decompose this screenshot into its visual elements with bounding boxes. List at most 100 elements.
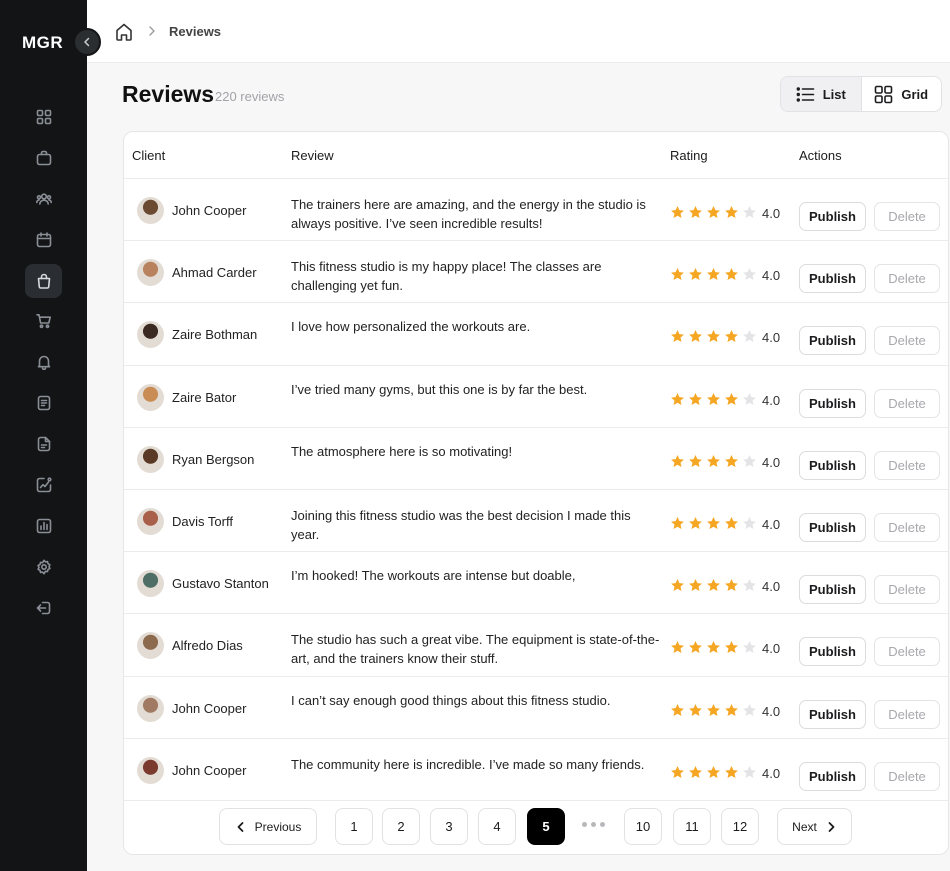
star-rating xyxy=(670,516,757,531)
star-empty-icon xyxy=(743,268,756,281)
page-button-4[interactable]: 4 xyxy=(478,808,516,845)
grid-view-button[interactable]: Grid xyxy=(862,77,942,111)
star-filled-icon xyxy=(707,579,720,592)
sidebar-item-briefcase[interactable] xyxy=(25,141,62,175)
client-name: Gustavo Stanton xyxy=(172,576,269,592)
page-button-5[interactable]: 5 xyxy=(527,808,565,845)
rating-value: 4.0 xyxy=(762,765,781,781)
client-name: John Cooper xyxy=(172,762,247,778)
dashboard-icon xyxy=(36,109,51,125)
table-row: Gustavo Stanton I’m hooked! The workouts … xyxy=(124,552,948,615)
publish-button[interactable]: Publish xyxy=(799,450,866,480)
list-icon xyxy=(796,86,814,102)
delete-button[interactable]: Delete xyxy=(874,637,940,667)
column-header-actions: Actions xyxy=(799,148,842,163)
delete-button[interactable]: Delete xyxy=(874,264,940,294)
next-page-button[interactable]: Next xyxy=(777,808,852,845)
table-header: Client Review Rating Actions xyxy=(124,132,948,179)
home-icon[interactable] xyxy=(114,22,134,42)
publish-button[interactable]: Publish xyxy=(799,761,866,791)
users-icon xyxy=(35,193,52,205)
star-filled-icon xyxy=(725,517,738,529)
sidebar-item-cart[interactable] xyxy=(25,304,62,338)
avatar xyxy=(137,383,164,411)
sidebar-item-calendar[interactable] xyxy=(25,223,62,257)
star-filled-icon xyxy=(725,579,738,592)
list-view-button[interactable]: List xyxy=(781,77,862,111)
publish-button[interactable]: Publish xyxy=(799,202,866,231)
client-name: Ryan Bergson xyxy=(172,451,255,467)
reviews-table: Client Review Rating Actions John Cooper… xyxy=(123,131,949,855)
delete-button[interactable]: Delete xyxy=(874,699,940,729)
page-button-3[interactable]: 3 xyxy=(430,808,468,845)
sidebar-item-invoices[interactable] xyxy=(25,386,62,420)
star-filled-icon xyxy=(671,392,684,405)
analytics-icon xyxy=(36,477,52,493)
delete-button[interactable]: Delete xyxy=(874,575,940,605)
star-filled-icon xyxy=(689,579,702,592)
briefcase-icon xyxy=(36,150,51,166)
sidebar-item-settings[interactable] xyxy=(25,550,62,584)
sidebar-item-logout[interactable] xyxy=(25,591,62,625)
star-filled-icon xyxy=(707,330,720,343)
star-filled-icon xyxy=(671,268,684,281)
star-filled-icon xyxy=(725,268,738,281)
star-filled-icon xyxy=(671,641,684,654)
previous-page-button[interactable]: Previous xyxy=(219,808,317,845)
column-header-rating: Rating xyxy=(670,148,708,163)
delete-button[interactable]: Delete xyxy=(874,388,940,418)
star-rating xyxy=(670,578,757,593)
page-button-2[interactable]: 2 xyxy=(382,808,420,845)
review-text: The trainers here are amazing, and the e… xyxy=(291,197,646,231)
delete-button[interactable]: Delete xyxy=(874,761,940,791)
publish-button[interactable]: Publish xyxy=(799,513,866,542)
rating-value: 4.0 xyxy=(762,517,781,532)
grid-view-label: Grid xyxy=(901,86,929,102)
sidebar-item-dashboard[interactable] xyxy=(25,100,62,134)
table-row: John Cooper The trainers here are amazing… xyxy=(124,179,948,242)
publish-button[interactable]: Publish xyxy=(799,575,866,605)
shopping-bag-icon xyxy=(37,273,50,289)
sidebar-item-analytics[interactable] xyxy=(25,468,62,502)
delete-button[interactable]: Delete xyxy=(874,202,940,231)
star-filled-icon xyxy=(725,392,738,405)
sidebar-item-notifications[interactable] xyxy=(25,345,62,379)
breadcrumb-current: Reviews xyxy=(169,24,222,39)
chevron-right-icon xyxy=(149,26,155,36)
sidebar-collapse-button[interactable] xyxy=(73,28,101,56)
page-button-1[interactable]: 1 xyxy=(335,808,373,845)
page-button-12[interactable]: 12 xyxy=(721,808,759,845)
sidebar-item-users[interactable] xyxy=(25,182,62,216)
delete-button[interactable]: Delete xyxy=(874,326,940,356)
publish-button[interactable]: Publish xyxy=(799,326,866,356)
star-rating xyxy=(670,703,757,718)
sidebar-item-documents[interactable] xyxy=(25,427,62,461)
table-row: Ryan Bergson The atmosphere here is so mo… xyxy=(124,428,948,490)
avatar xyxy=(137,259,164,287)
sidebar-item-reports[interactable] xyxy=(25,509,62,543)
star-filled-icon xyxy=(707,765,720,778)
star-filled-icon xyxy=(671,206,684,218)
client-name: John Cooper xyxy=(172,700,247,716)
publish-button[interactable]: Publish xyxy=(799,699,866,729)
star-filled-icon xyxy=(707,454,720,467)
avatar xyxy=(137,445,164,473)
delete-button[interactable]: Delete xyxy=(874,513,940,542)
bell-icon xyxy=(37,356,50,371)
star-filled-icon xyxy=(707,641,720,654)
pagination: Previous 1 2 3 4 5 10 11 12 Next xyxy=(124,808,948,848)
client-name: Davis Torff xyxy=(172,514,233,529)
publish-button[interactable]: Publish xyxy=(799,264,866,294)
star-filled-icon xyxy=(689,392,702,405)
publish-button[interactable]: Publish xyxy=(799,637,866,667)
sidebar-item-shop[interactable] xyxy=(25,263,62,298)
publish-button[interactable]: Publish xyxy=(799,388,866,418)
star-filled-icon xyxy=(689,765,702,778)
page-button-10[interactable]: 10 xyxy=(624,808,662,845)
avatar xyxy=(137,570,164,598)
review-text: I love how personalized the workouts are… xyxy=(291,319,531,335)
table-row: John Cooper The community here is incredi… xyxy=(124,739,948,801)
delete-button[interactable]: Delete xyxy=(874,450,940,480)
page-button-11[interactable]: 11 xyxy=(673,808,711,845)
previous-label: Previous xyxy=(254,819,302,834)
